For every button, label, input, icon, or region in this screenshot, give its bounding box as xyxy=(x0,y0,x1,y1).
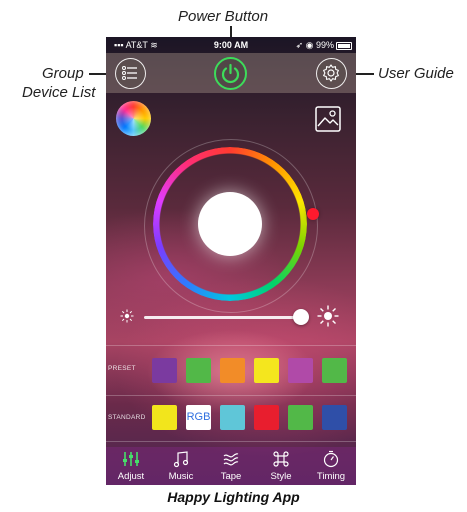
preset-swatch[interactable] xyxy=(152,358,177,383)
preset-swatch[interactable] xyxy=(254,358,279,383)
standard-swatch[interactable] xyxy=(152,405,177,430)
preset-swatch[interactable] xyxy=(220,358,245,383)
tab-timing[interactable]: Timing xyxy=(306,447,356,485)
location-icon: ➶ ◉ xyxy=(295,40,316,50)
list-icon xyxy=(122,66,137,80)
command-icon xyxy=(273,451,289,467)
tab-music-label: Music xyxy=(168,471,194,482)
brightness-high-icon xyxy=(317,305,339,327)
top-bar xyxy=(106,53,356,93)
standard-swatch[interactable] xyxy=(288,405,313,430)
sliders-icon xyxy=(123,452,139,466)
divider-bottom xyxy=(106,441,356,442)
standard-swatch[interactable] xyxy=(322,405,347,430)
preset-label: PRESET xyxy=(108,365,136,372)
gear-icon xyxy=(323,64,339,82)
image-picker-icon[interactable] xyxy=(314,105,342,133)
preset-swatch[interactable] xyxy=(186,358,211,383)
light-preview[interactable] xyxy=(198,192,262,256)
bottom-tab-bar: Adjust Music Tape Style Timing xyxy=(106,447,356,485)
color-wheel-handle[interactable] xyxy=(307,208,319,220)
tab-timing-label: Timing xyxy=(316,471,346,482)
group-device-list-button[interactable] xyxy=(115,58,146,89)
brightness-slider-track[interactable] xyxy=(144,316,302,319)
power-button-callout: Power Button xyxy=(178,8,269,25)
app-screen: ▪▪▪ AT&T ≋ 9:00 AM ➶ ◉ 99% PRESET STANDA… xyxy=(106,37,356,485)
timer-icon xyxy=(323,450,339,468)
rgb-swatch[interactable]: RGB xyxy=(186,405,211,430)
battery-text: 99% xyxy=(315,40,334,50)
tab-tape[interactable]: Tape xyxy=(206,447,256,485)
music-note-icon xyxy=(173,451,189,468)
preset-swatch[interactable] xyxy=(288,358,313,383)
caption: Happy Lighting App xyxy=(167,489,300,505)
tab-style-label: Style xyxy=(270,471,292,482)
battery-icon xyxy=(336,42,352,50)
standard-swatch[interactable] xyxy=(254,405,279,430)
brightness-slider-thumb[interactable] xyxy=(293,309,309,325)
standard-label: STANDARD xyxy=(108,414,146,421)
brightness-low-icon xyxy=(120,309,134,323)
status-bar: ▪▪▪ AT&T ≋ 9:00 AM ➶ ◉ 99% xyxy=(106,37,356,53)
tab-style[interactable]: Style xyxy=(256,447,306,485)
power-icon xyxy=(221,63,240,84)
group-device-list-callout-line1: Group xyxy=(42,65,84,82)
group-device-list-callout-line2: Device List xyxy=(22,84,96,101)
power-button[interactable] xyxy=(214,57,247,90)
tab-adjust[interactable]: Adjust xyxy=(106,447,156,485)
divider-top xyxy=(106,345,356,346)
color-palette-icon[interactable] xyxy=(116,101,151,136)
tab-adjust-label: Adjust xyxy=(117,471,145,482)
tape-icon xyxy=(223,453,239,466)
user-guide-callout: User Guide xyxy=(378,65,454,82)
standard-swatch[interactable] xyxy=(220,405,245,430)
tab-tape-label: Tape xyxy=(220,471,242,482)
divider-middle xyxy=(106,395,356,396)
tab-music[interactable]: Music xyxy=(156,447,206,485)
preset-swatch[interactable] xyxy=(322,358,347,383)
battery-percent: ➶ ◉ 99% xyxy=(296,40,334,51)
user-guide-button[interactable] xyxy=(316,58,347,89)
